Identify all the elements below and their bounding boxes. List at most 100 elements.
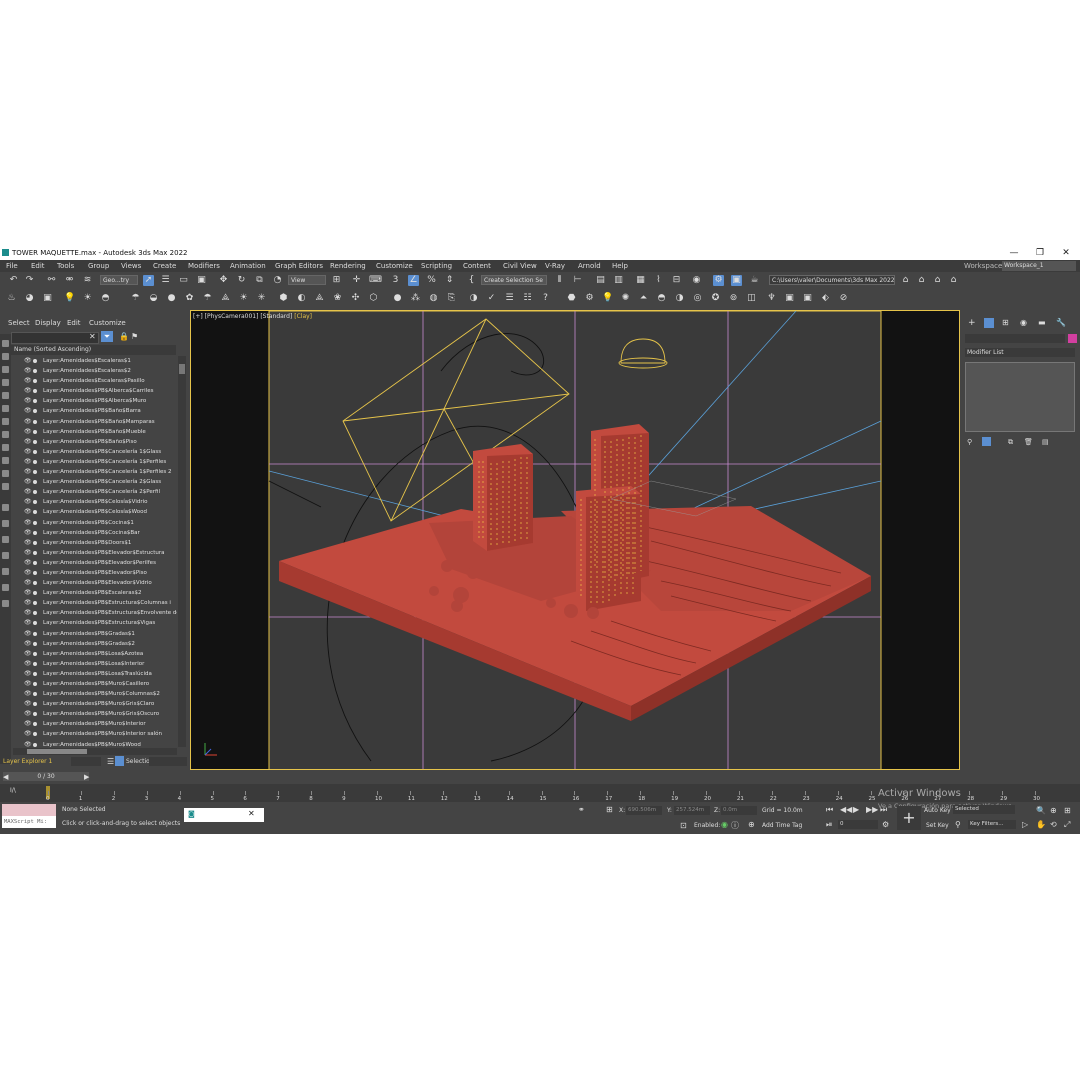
render-toggle-icon[interactable] <box>33 601 37 606</box>
keyboard-shortcut-icon[interactable]: ⌨ <box>369 275 382 286</box>
link-icon[interactable]: ⚯ <box>46 275 57 286</box>
render-toggle-icon[interactable] <box>33 490 37 495</box>
auto-key-button[interactable]: Auto Key <box>924 807 951 814</box>
rendered-frame-icon[interactable]: ▣ <box>731 275 742 286</box>
menu-edit[interactable]: Edit <box>31 262 45 270</box>
render-toggle-icon[interactable] <box>33 631 37 636</box>
close-button[interactable]: ✕ <box>1055 247 1077 259</box>
rect-selection-icon[interactable]: ▭ <box>178 275 189 286</box>
menu-tools[interactable]: Tools <box>57 262 74 270</box>
visibility-eye-icon[interactable]: 👁 <box>24 568 32 578</box>
vray-logo-icon[interactable]: ✓ <box>486 293 497 304</box>
explorer-menu-edit[interactable]: Edit <box>67 319 81 327</box>
render-toggle-icon[interactable] <box>33 369 37 374</box>
render-toggle-icon[interactable] <box>33 470 37 475</box>
motion-tab-icon[interactable]: ◉ <box>1020 318 1027 327</box>
render-toggle-icon[interactable] <box>33 429 37 434</box>
render-toggle-icon[interactable] <box>33 682 37 686</box>
maximize-button[interactable]: ❐ <box>1029 247 1051 259</box>
layer-row[interactable]: 👁 Layer:Amenidades$Escaleras$Pasillo <box>11 376 177 386</box>
layer-row[interactable]: 👁 Layer:Amenidades$Escaleras$2 <box>11 366 177 376</box>
render-toggle-icon[interactable] <box>33 409 37 414</box>
bones-filter-icon[interactable] <box>2 483 9 490</box>
layer-row[interactable]: 👁 Layer:Amenidades$PB$Doors$1 <box>11 538 177 548</box>
toggle-ribbon-icon[interactable]: ▦ <box>635 275 646 286</box>
menu-customize[interactable]: Customize <box>376 262 413 270</box>
xrefs-filter-icon[interactable] <box>2 470 9 477</box>
render-toggle-icon[interactable] <box>33 722 37 727</box>
lock-icon[interactable]: 🔒 <box>119 332 129 341</box>
next-frame-icon[interactable]: ▶▶ <box>866 805 878 814</box>
layer-row[interactable]: 👁 Layer:Amenidades$PB$Gradas$2 <box>11 639 177 649</box>
layer-row[interactable]: 👁 Layer:Amenidades$PB$Muro$Wood <box>11 740 177 747</box>
viewport-menu-plus[interactable]: [+] <box>193 313 203 320</box>
visibility-eye-icon[interactable]: 👁 <box>24 427 32 437</box>
move-icon[interactable]: ✥ <box>218 275 229 286</box>
angle-snap-icon[interactable]: ∠ <box>408 275 419 286</box>
helpers-filter-icon[interactable] <box>2 431 9 438</box>
visibility-eye-icon[interactable]: 👁 <box>24 396 32 406</box>
layer-row[interactable]: 👁 Layer:Amenidades$PB$Cancelería 1$Perfil… <box>11 457 177 467</box>
set-project-folder-icon[interactable]: ⌂ <box>900 275 911 286</box>
vray-spot-icon[interactable]: ☂ <box>202 293 213 304</box>
thumb-close-icon[interactable]: ✕ <box>248 809 255 818</box>
vray-sun-icon[interactable]: ☀ <box>82 293 93 304</box>
render-toggle-icon[interactable] <box>33 591 37 596</box>
set-key-button[interactable]: Set Key <box>926 822 949 829</box>
remove-modifier-icon[interactable]: 🗑 <box>1024 438 1033 446</box>
hierarchy-tab-icon[interactable]: ⊞ <box>1002 318 1009 327</box>
select-by-name-icon[interactable]: ☰ <box>160 275 171 286</box>
menu-group[interactable]: Group <box>88 262 109 270</box>
object-name-field[interactable] <box>965 334 1065 343</box>
arnold-sun-icon[interactable]: ✺ <box>620 293 631 304</box>
pivot-center-icon[interactable]: ⊞ <box>331 275 342 286</box>
layer-row[interactable]: 👁 Layer:Amenidades$PB$Gradas$1 <box>11 629 177 639</box>
taskbar-thumbnail[interactable]: ◙ ✕ <box>184 808 264 822</box>
render-toggle-icon[interactable] <box>33 550 37 555</box>
selection-set-field[interactable] <box>149 757 187 766</box>
layer-row[interactable]: 👁 Layer:Amenidades$PB$Cocina$Bar <box>11 528 177 538</box>
layer-row[interactable]: 👁 Layer:Amenidades$PB$Estructura$Envolven… <box>11 608 177 618</box>
zoom-icon[interactable]: 🔍 <box>1036 806 1046 815</box>
vray-mtl-ball-icon[interactable]: ⁂ <box>410 293 421 304</box>
display-none-icon[interactable] <box>2 340 9 347</box>
layer-row[interactable]: 👁 Layer:Amenidades$PB$Elevador$Piso <box>11 568 177 578</box>
bind-spacewarp-icon[interactable]: ≋ <box>82 275 93 286</box>
visibility-eye-icon[interactable]: 👁 <box>24 497 32 507</box>
arnold-sky-icon[interactable]: ◓ <box>656 293 667 304</box>
help-icon[interactable]: ? <box>540 293 551 304</box>
layer-row[interactable]: 👁 Layer:Amenidades$PB$Losa$Traslúcida <box>11 669 177 679</box>
explorer-search-input[interactable] <box>11 332 99 344</box>
vray-render-icon[interactable]: ◕ <box>24 293 35 304</box>
layer-row[interactable]: 👁 Layer:Amenidades$PB$Celosía$Wood <box>11 507 177 517</box>
layer-row[interactable]: 👁 Layer:Amenidades$PB$Cancelería 1$Glass <box>11 447 177 457</box>
visibility-eye-icon[interactable]: 👁 <box>24 417 32 427</box>
arnold-volume-icon[interactable]: ◎ <box>692 293 703 304</box>
vray-plane-icon[interactable]: ⟁ <box>314 293 325 304</box>
viewport-camera-label[interactable]: [PhysCamera001] <box>205 313 259 320</box>
pin-stack-icon[interactable]: ⚲ <box>967 438 972 446</box>
mirror-icon[interactable]: ⫴ <box>554 275 565 286</box>
time-tag-icon[interactable]: ⊡ <box>680 821 687 830</box>
render-toggle-icon[interactable] <box>33 621 37 626</box>
layers-active-icon[interactable] <box>115 756 124 766</box>
render-toggle-icon[interactable] <box>33 540 37 545</box>
render-toggle-icon[interactable] <box>33 671 37 676</box>
viewport-shading-label[interactable]: [Clay] <box>294 313 312 320</box>
schematic-view-icon[interactable]: ⊟ <box>671 275 682 286</box>
project-settings-icon[interactable]: ⌂ <box>948 275 959 286</box>
visibility-eye-icon[interactable]: 👁 <box>24 629 32 639</box>
explorer-menu-select[interactable]: Select <box>8 319 30 327</box>
menu-civil-view[interactable]: Civil View <box>503 262 537 270</box>
vray-decal-icon[interactable]: ⬡ <box>368 293 379 304</box>
make-unique-icon[interactable]: ⧉ <box>1008 438 1013 447</box>
display-children-icon[interactable] <box>2 600 9 607</box>
layer-row[interactable]: 👁 Layer:Amenidades$Escaleras$1 <box>11 356 177 366</box>
snaps-toggle-icon[interactable]: 3 <box>390 275 401 286</box>
arnold-shader-icon[interactable]: ▣ <box>784 293 795 304</box>
maxscript-input[interactable]: MAXScript Mi: <box>2 816 56 828</box>
vray-clipper-icon[interactable]: ✣ <box>350 293 361 304</box>
show-end-result-icon[interactable] <box>982 437 991 446</box>
arnold-curves-icon[interactable]: ⬖ <box>820 293 831 304</box>
render-toggle-icon[interactable] <box>33 500 37 505</box>
